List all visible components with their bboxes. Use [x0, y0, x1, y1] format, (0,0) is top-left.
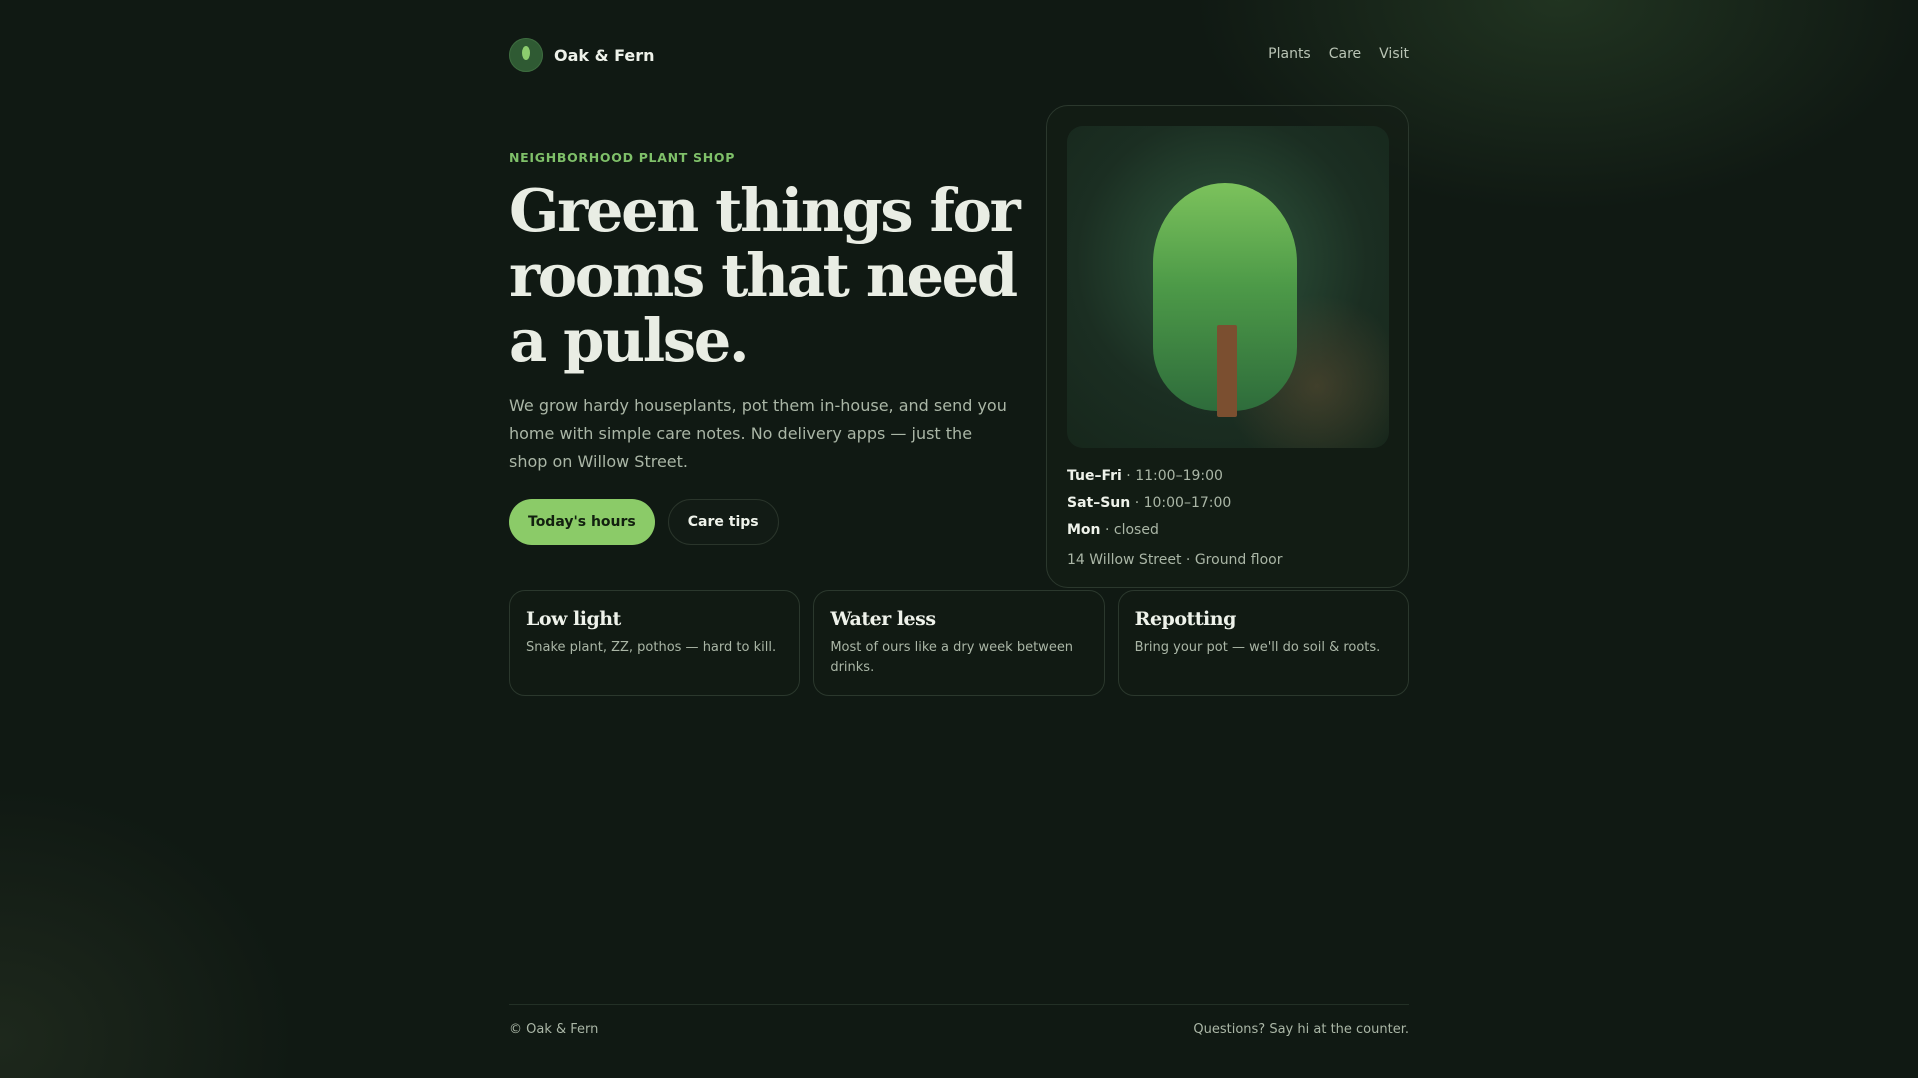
- page: Oak & Fern Plants Care Visit NEIGHBORHOO…: [509, 0, 1409, 1078]
- tree-trunk: [1217, 325, 1237, 417]
- nav-item-care[interactable]: Care: [1329, 46, 1361, 62]
- footer-divider: [509, 1004, 1409, 1005]
- hours-row: Sat–Sun · 10:00–17:00: [1067, 495, 1232, 511]
- opening-hours: Tue–Fri · 11:00–19:00 Sat–Sun · 10:00–17…: [1067, 463, 1231, 544]
- main-nav: Plants Care Visit: [1268, 46, 1409, 62]
- feature-card-water-less: Water less Most of ours like a dry week …: [813, 590, 1105, 696]
- leaf-icon: [509, 38, 543, 72]
- feature-title: Low light: [526, 608, 621, 630]
- hours-row: Tue–Fri · 11:00–19:00: [1067, 468, 1223, 484]
- hero-subtitle: We grow hardy houseplants, pot them in-h…: [509, 396, 1007, 471]
- footer-note: Questions? Say hi at the counter.: [1193, 1022, 1409, 1037]
- hero-actions: Today's hours Care tips: [509, 499, 779, 545]
- shop-address: 14 Willow Street · Ground floor: [1067, 552, 1283, 568]
- hours-row: Mon · closed: [1067, 522, 1159, 538]
- hero-title: Green things for rooms that need a pulse…: [509, 176, 1021, 375]
- feature-card-repotting: Repotting Bring your pot — we'll do soil…: [1117, 590, 1409, 696]
- nav-item-plants[interactable]: Plants: [1268, 46, 1311, 62]
- feature-text: Bring your pot — we'll do soil & roots.: [1134, 640, 1381, 655]
- shop-info-card: Tue–Fri · 11:00–19:00 Sat–Sun · 10:00–17…: [1046, 105, 1409, 588]
- brand[interactable]: Oak & Fern: [509, 38, 655, 72]
- todays-hours-button[interactable]: Today's hours: [509, 499, 655, 545]
- feature-title: Water less: [830, 608, 936, 630]
- footer-copyright: © Oak & Fern: [509, 1022, 599, 1037]
- hero-eyebrow: NEIGHBORHOOD PLANT SHOP: [509, 150, 736, 165]
- feature-text: Snake plant, ZZ, pothos — hard to kill.: [526, 640, 777, 655]
- feature-text: Most of ours like a dry week between dri…: [830, 640, 1074, 675]
- feature-title: Repotting: [1134, 608, 1237, 630]
- care-tips-button[interactable]: Care tips: [667, 499, 779, 545]
- brand-name: Oak & Fern: [554, 45, 655, 65]
- plant-illustration: [1067, 126, 1389, 448]
- feature-list: Low light Snake plant, ZZ, pothos — hard…: [509, 590, 1409, 696]
- feature-card-low-light: Low light Snake plant, ZZ, pothos — hard…: [509, 590, 801, 696]
- nav-item-visit[interactable]: Visit: [1379, 46, 1409, 62]
